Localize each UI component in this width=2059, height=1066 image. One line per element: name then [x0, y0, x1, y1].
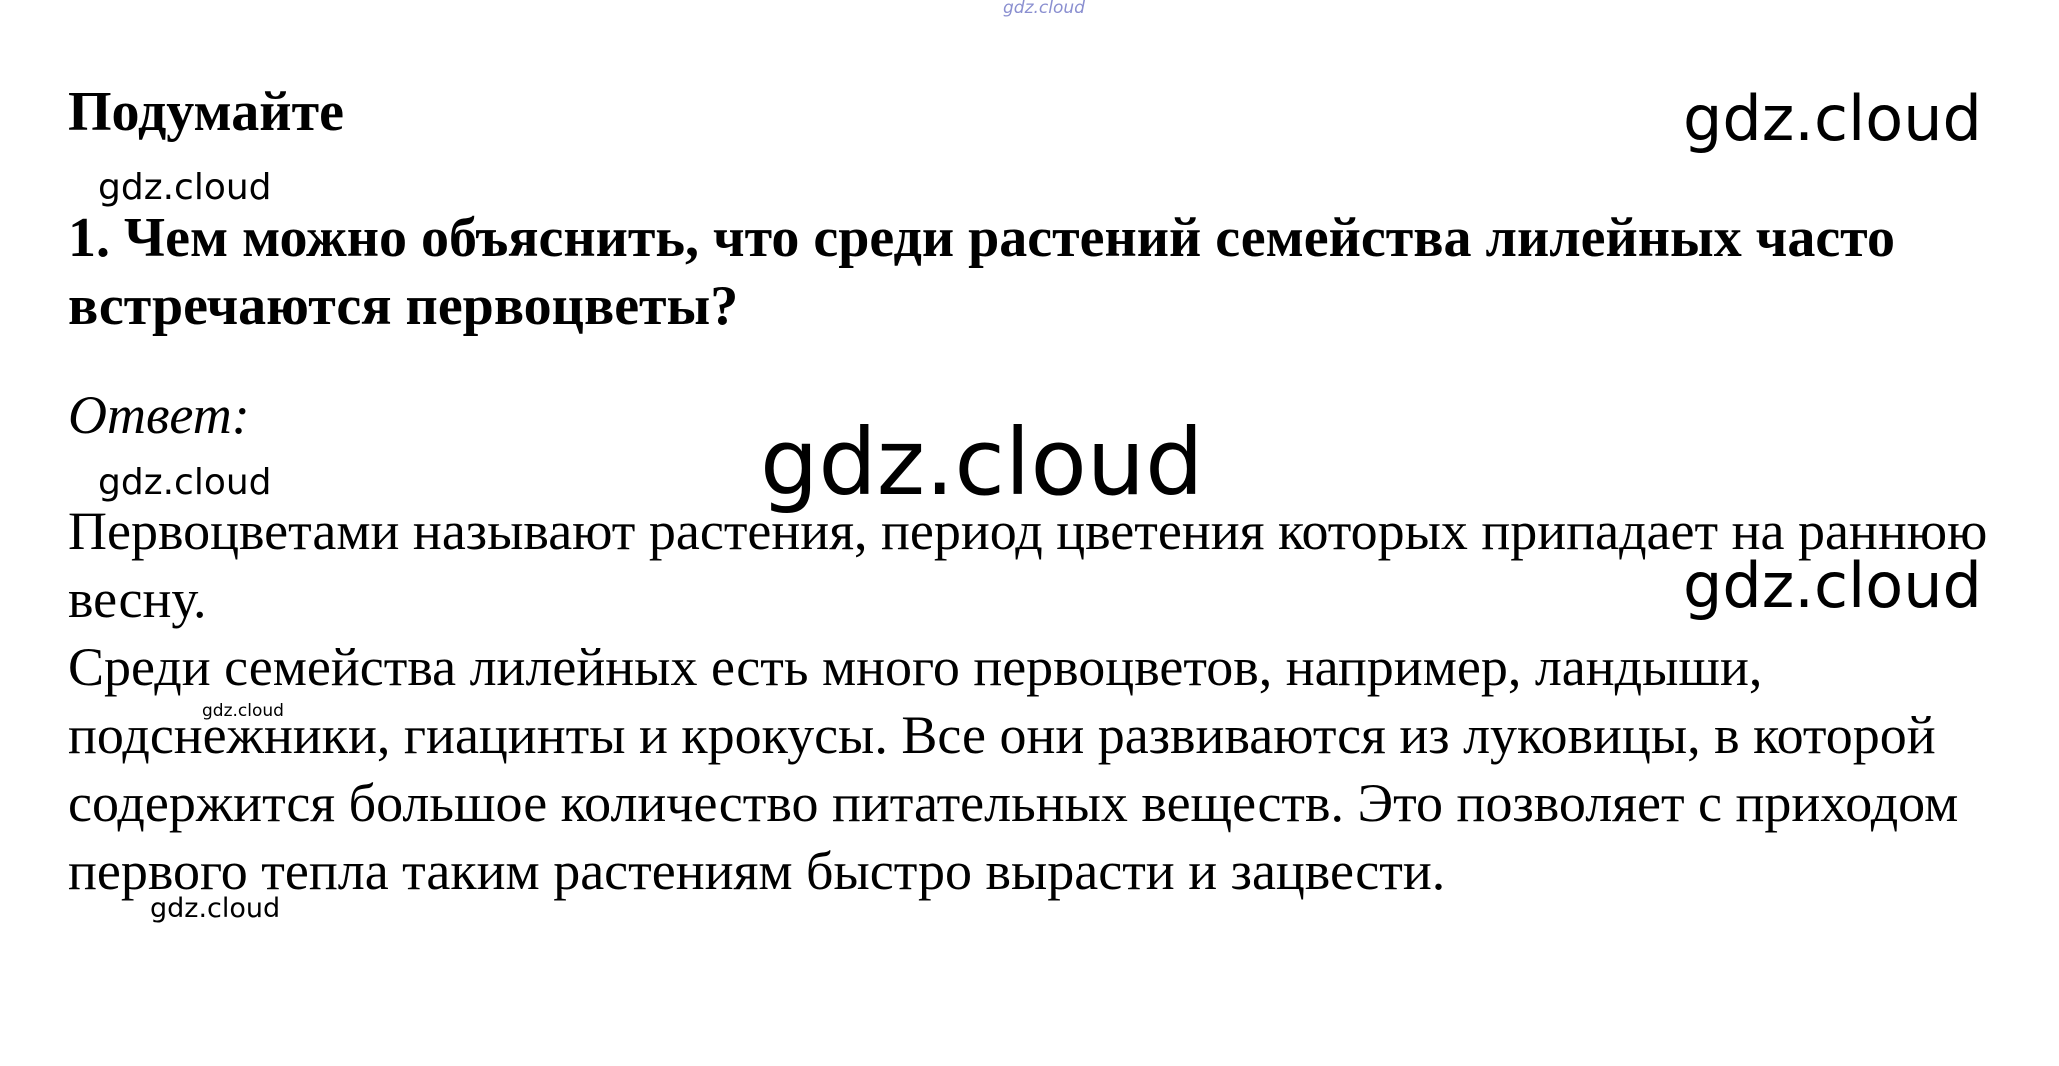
watermark-center: gdz.cloud: [760, 409, 1204, 516]
watermark-left-lower: gdz.cloud: [150, 893, 281, 924]
answer-paragraph: Среди семейства лилейных есть много перв…: [68, 637, 1959, 901]
answer-label: Ответ:: [68, 385, 250, 445]
section-heading: Подумайте: [68, 81, 344, 143]
question-text: 1. Чем можно объяснить, что среди растен…: [68, 207, 1895, 337]
watermark-top: gdz.cloud: [1003, 0, 1085, 18]
watermark-right-lower: gdz.cloud: [1683, 549, 1982, 622]
watermark-tiny: gdz.cloud: [202, 701, 284, 721]
watermark-left-upper: gdz.cloud: [98, 167, 272, 208]
watermark-left-middle: gdz.cloud: [98, 462, 272, 503]
watermark-right-upper: gdz.cloud: [1683, 82, 1982, 155]
